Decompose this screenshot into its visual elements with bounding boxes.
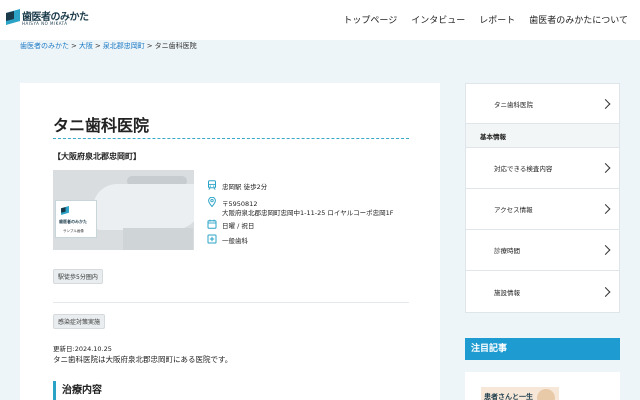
photo-dental-chair — [93, 184, 194, 230]
breadcrumb: 歯医者のみかた > 大阪 > 泉北郡忠岡町 > タニ歯科医院 — [20, 41, 197, 51]
sidebar-item-hours[interactable]: 診療時間 — [466, 230, 619, 271]
featured-article-image: 患者さんと一生 — [481, 387, 559, 400]
breadcrumb-separator: > — [146, 42, 153, 50]
sidebar-item-clinic[interactable]: タニ歯科医院 — [466, 84, 619, 124]
breadcrumb-current: タニ歯科医院 — [154, 42, 197, 50]
clinic-region: 【大阪府泉北郡忠岡町】 — [53, 152, 141, 161]
logo-mark-icon — [61, 206, 69, 215]
sidebar-menu: タニ歯科医院 基本情報 対応できる検査内容 アクセス情報 診療時間 施設情報 — [465, 83, 620, 313]
info-address-text: 大阪府泉北郡忠岡町忠岡中1-11-25 ロイヤルコーポ忠岡1F — [222, 209, 394, 217]
photo-badge-title: 歯医者のみかた — [59, 219, 87, 224]
calendar-icon — [207, 219, 217, 229]
sidebar-item-facility[interactable]: 施設情報 — [466, 271, 619, 312]
breadcrumb-home[interactable]: 歯医者のみかた — [20, 42, 69, 50]
photo-badge: 歯医者のみかた サンプル画像 — [55, 200, 97, 238]
photo-badge-caption: サンプル画像 — [63, 229, 84, 233]
section-divider — [53, 302, 409, 303]
sidebar-item-access[interactable]: アクセス情報 — [466, 189, 619, 230]
info-access-text: 忠岡駅 徒歩2分 — [222, 183, 268, 191]
sidebar-item-label: 診療時間 — [494, 247, 520, 255]
tag-station-walk: 駅徒歩5分圏内 — [53, 269, 103, 284]
chevron-right-icon — [600, 245, 611, 255]
nav-interview[interactable]: インタビュー — [411, 13, 465, 26]
info-specialty-text: 一般歯科 — [222, 237, 248, 245]
logo-mark-icon — [6, 9, 20, 25]
treatment-heading: 治療内容 — [53, 381, 102, 400]
chevron-right-icon — [600, 163, 611, 173]
sidebar-heading: 基本情報 — [466, 124, 619, 148]
updated-date: 更新日:2024.10.25 — [53, 345, 112, 353]
train-icon — [208, 180, 216, 190]
site-logo[interactable]: 歯医者のみかた HAISYA NO MIKATA — [6, 7, 89, 33]
clinic-photo: 歯医者のみかた サンプル画像 — [53, 170, 194, 250]
featured-article-card[interactable]: 患者さんと一生 — [465, 372, 620, 400]
featured-article-portrait — [537, 389, 555, 400]
logo-subtext: HAISYA NO MIKATA — [22, 21, 68, 26]
sidebar-item-label: 施設情報 — [494, 288, 520, 297]
sidebar-item-label: 対応できる検査内容 — [494, 165, 553, 173]
title-divider — [53, 138, 409, 139]
info-holidays-text: 日曜 / 祝日 — [222, 222, 255, 230]
breadcrumb-town[interactable]: 泉北郡忠岡町 — [103, 42, 145, 50]
sidebar-item-label: タニ歯科医院 — [494, 100, 533, 109]
map-pin-icon — [208, 197, 216, 207]
chevron-right-icon — [600, 204, 611, 214]
breadcrumb-separator: > — [71, 42, 77, 50]
nav-about[interactable]: 歯医者のみかたについて — [529, 13, 628, 26]
chevron-right-icon — [600, 286, 611, 297]
featured-article-text: 患者さんと一生 — [484, 393, 533, 400]
site-header: 歯医者のみかた HAISYA NO MIKATA トップページ インタビュー レ… — [0, 0, 640, 40]
page-title: タニ歯科医院 — [53, 116, 150, 135]
breadcrumb-osaka[interactable]: 大阪 — [79, 42, 93, 50]
clinic-description: タニ歯科医院は大阪府泉北郡忠岡町にある医院です。 — [53, 355, 233, 364]
chevron-right-icon — [600, 98, 611, 109]
nav-report[interactable]: レポート — [479, 13, 515, 26]
nav-top[interactable]: トップページ — [343, 13, 397, 26]
photo-chair-base — [123, 228, 193, 250]
global-nav: トップページ インタビュー レポート 歯医者のみかたについて — [343, 13, 628, 26]
main-content: タニ歯科医院 【大阪府泉北郡忠岡町】 歯医者のみかた サンプル画像 忠岡駅 徒歩… — [20, 83, 440, 400]
breadcrumb-separator: > — [94, 42, 101, 50]
medical-cross-icon — [207, 234, 217, 244]
sidebar-item-exams[interactable]: 対応できる検査内容 — [466, 148, 619, 189]
sidebar-heading-label: 基本情報 — [480, 133, 506, 141]
tag-infection-control: 感染症対策実施 — [53, 314, 106, 329]
sidebar-item-label: アクセス情報 — [494, 206, 533, 214]
featured-heading: 注目記事 — [465, 338, 620, 360]
